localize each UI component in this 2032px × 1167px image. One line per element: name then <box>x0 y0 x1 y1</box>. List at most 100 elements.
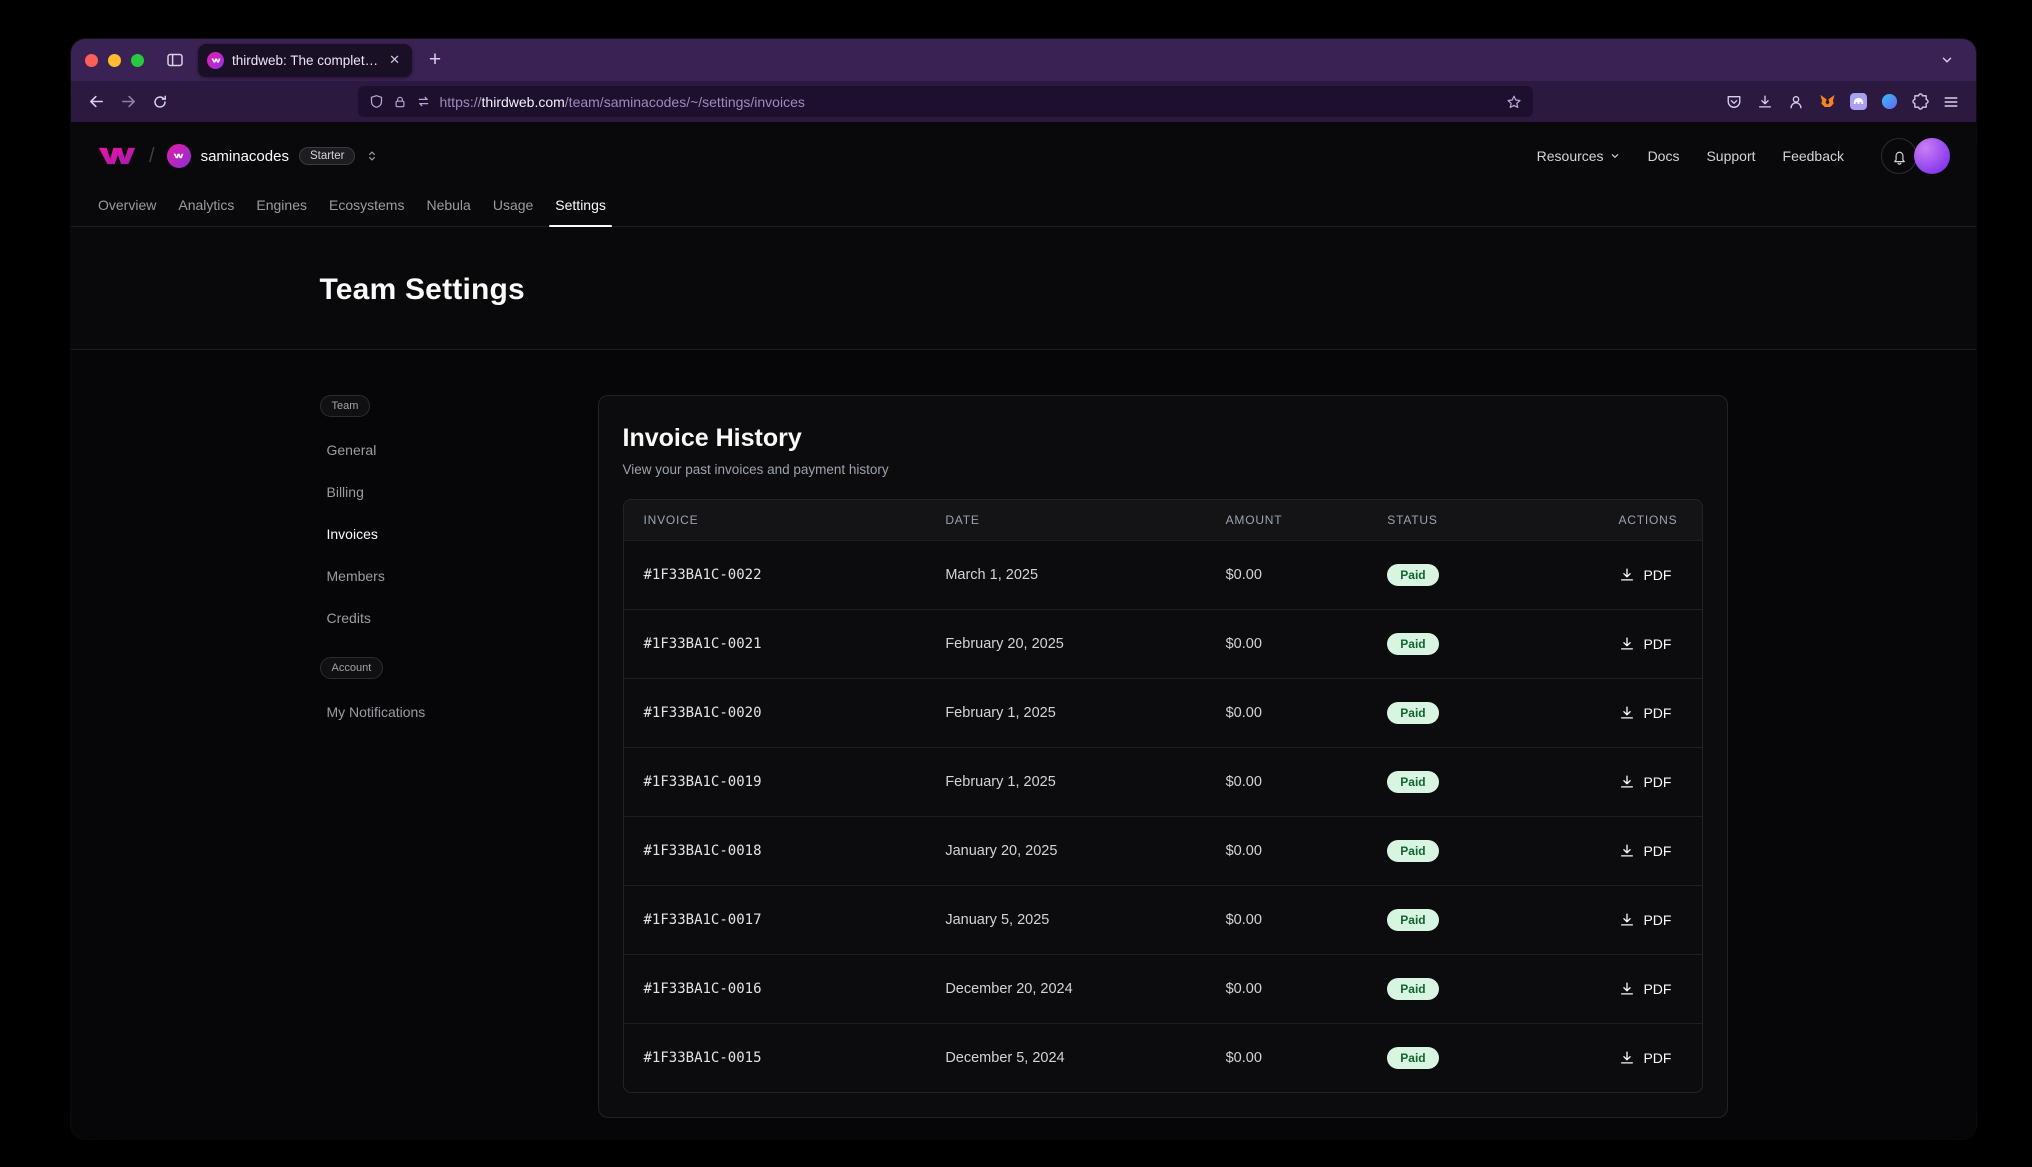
sidebar-group-account: Account <box>320 657 384 679</box>
download-icon <box>1619 636 1635 652</box>
toolbar-extensions <box>1719 87 1966 117</box>
pdf-label: PDF <box>1643 1050 1671 1066</box>
permissions-icon[interactable] <box>416 94 431 109</box>
status-badge: Paid <box>1387 564 1438 586</box>
status-badge: Paid <box>1387 702 1438 724</box>
invoice-id: #1F33BA1C-0018 <box>624 843 926 859</box>
download-pdf-button[interactable]: PDF <box>1611 561 1679 589</box>
phantom-extension-button[interactable] <box>1843 87 1873 117</box>
dashboard-tab[interactable]: Overview <box>87 184 167 226</box>
sidebar-item[interactable]: Billing <box>320 471 550 513</box>
invoice-date: December 5, 2024 <box>925 1050 1205 1066</box>
header-link[interactable]: Support <box>1706 148 1755 164</box>
browser-tab[interactable]: thirdweb: The complete web3 d ✕ <box>198 44 412 77</box>
table-row: #1F33BA1C-0022 March 1, 2025 $0.00 Paid <box>624 540 1702 609</box>
dashboard-tab[interactable]: Ecosystems <box>318 184 415 226</box>
window-controls <box>85 54 144 67</box>
table-row: #1F33BA1C-0018 January 20, 2025 $0.00 Pa… <box>624 816 1702 885</box>
extensions-button[interactable] <box>1905 87 1935 117</box>
invoice-id: #1F33BA1C-0021 <box>624 636 926 652</box>
dashboard-header-row: / saminacodes Starter Resources <box>71 122 1976 184</box>
download-pdf-button[interactable]: PDF <box>1611 1044 1679 1072</box>
invoice-status-cell: Paid <box>1367 1047 1539 1069</box>
reload-button[interactable] <box>145 87 175 117</box>
download-pdf-button[interactable]: PDF <box>1611 975 1679 1003</box>
invoice-id: #1F33BA1C-0019 <box>624 774 926 790</box>
forward-button[interactable] <box>113 87 143 117</box>
close-window-button[interactable] <box>85 54 98 67</box>
minimize-window-button[interactable] <box>108 54 121 67</box>
download-icon <box>1619 843 1635 859</box>
url-bar[interactable]: https://thirdweb.com/team/saminacodes/~/… <box>358 86 1533 117</box>
phantom-ghost-icon <box>1850 93 1867 110</box>
invoice-actions-cell: PDF <box>1540 630 1702 658</box>
forward-arrow-icon <box>120 93 137 110</box>
invoice-id: #1F33BA1C-0016 <box>624 981 926 997</box>
team-avatar[interactable] <box>167 144 191 168</box>
table-row: #1F33BA1C-0017 January 5, 2025 $0.00 Pai… <box>624 885 1702 954</box>
sidebar-item[interactable]: Members <box>320 555 550 597</box>
header-link[interactable]: Resources <box>1537 148 1621 164</box>
download-pdf-button[interactable]: PDF <box>1611 837 1679 865</box>
sidebar-item[interactable]: General <box>320 429 550 471</box>
download-pdf-button[interactable]: PDF <box>1611 768 1679 796</box>
pdf-label: PDF <box>1643 567 1671 583</box>
download-pdf-button[interactable]: PDF <box>1611 906 1679 934</box>
dashboard-header: / saminacodes Starter Resources <box>71 122 1976 227</box>
metamask-fox-icon <box>1819 93 1836 110</box>
notifications-button[interactable] <box>1881 138 1917 174</box>
header-link[interactable]: Docs <box>1648 148 1680 164</box>
firefox-view-button[interactable] <box>160 45 190 75</box>
menu-button[interactable] <box>1936 87 1966 117</box>
account-button[interactable] <box>1781 87 1811 117</box>
desktop-background: { "browser": { "tab_title": "thirdweb: T… <box>0 0 2032 1167</box>
download-icon <box>1619 705 1635 721</box>
download-icon <box>1619 1050 1635 1066</box>
column-header-date: DATE <box>925 513 1205 527</box>
sidebar-group-team: Team <box>320 395 371 417</box>
thirdweb-logo[interactable] <box>97 144 137 168</box>
dashboard-tab-nav: Overview Analytics Engines Ecosystems Ne… <box>71 184 1976 227</box>
pdf-label: PDF <box>1643 705 1671 721</box>
dashboard-tab[interactable]: Settings <box>544 184 617 226</box>
team-switcher-button[interactable] <box>365 149 379 163</box>
download-pdf-button[interactable]: PDF <box>1611 630 1679 658</box>
pocket-button[interactable] <box>1719 87 1749 117</box>
status-badge: Paid <box>1387 909 1438 931</box>
dashboard-tab[interactable]: Engines <box>245 184 318 226</box>
user-avatar[interactable] <box>1914 138 1950 174</box>
sidebar-item[interactable]: Credits <box>320 597 550 639</box>
zoom-window-button[interactable] <box>131 54 144 67</box>
pdf-label: PDF <box>1643 843 1671 859</box>
wallet-extension-button[interactable] <box>1874 87 1904 117</box>
sidebar-item[interactable]: Invoices <box>320 513 550 555</box>
new-tab-button[interactable]: + <box>420 45 450 75</box>
header-link-label: Support <box>1706 148 1755 164</box>
download-pdf-button[interactable]: PDF <box>1611 699 1679 727</box>
invoice-date: February 1, 2025 <box>925 774 1205 790</box>
bell-icon <box>1891 148 1908 165</box>
invoice-actions-cell: PDF <box>1540 561 1702 589</box>
download-icon <box>1757 94 1773 110</box>
lock-icon[interactable] <box>393 95 407 109</box>
pocket-icon <box>1726 94 1742 110</box>
tracking-protection-shield-icon[interactable] <box>369 94 384 109</box>
invoice-amount: $0.00 <box>1206 774 1368 790</box>
invoice-id: #1F33BA1C-0022 <box>624 567 926 583</box>
back-button[interactable] <box>81 87 111 117</box>
team-name[interactable]: saminacodes <box>201 148 289 165</box>
extension-icon <box>1881 93 1898 110</box>
downloads-button[interactable] <box>1750 87 1780 117</box>
tab-title: thirdweb: The complete web3 d <box>232 53 378 68</box>
header-link[interactable]: Feedback <box>1783 148 1844 164</box>
invoice-status-cell: Paid <box>1367 909 1539 931</box>
plan-badge: Starter <box>299 147 356 165</box>
dashboard-tab[interactable]: Analytics <box>167 184 245 226</box>
sidebar-item[interactable]: My Notifications <box>320 691 550 733</box>
dashboard-tab[interactable]: Usage <box>482 184 544 226</box>
bookmark-star-icon[interactable] <box>1506 94 1522 110</box>
metamask-extension-button[interactable] <box>1812 87 1842 117</box>
tab-close-icon[interactable]: ✕ <box>386 50 403 70</box>
dashboard-tab[interactable]: Nebula <box>415 184 481 226</box>
list-all-tabs-button[interactable] <box>1932 45 1962 75</box>
